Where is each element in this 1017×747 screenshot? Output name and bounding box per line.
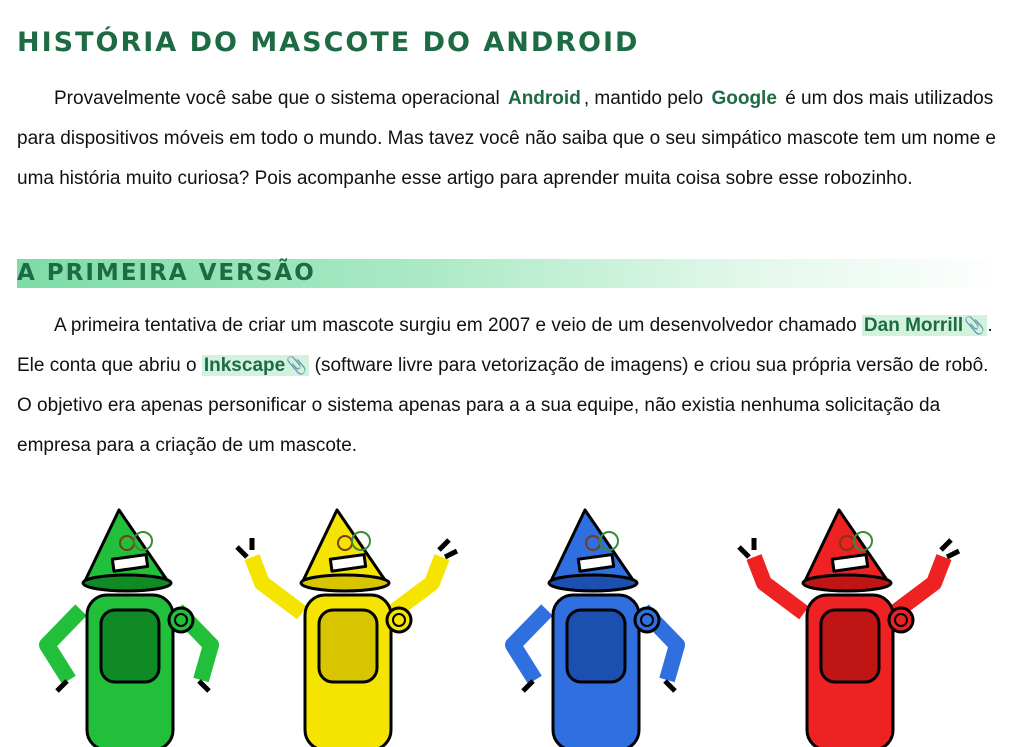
robot-mascots-illustration bbox=[17, 495, 1007, 747]
robot-mascots-svg bbox=[39, 508, 961, 747]
link-dan-morrill-label: Dan Morrill bbox=[863, 315, 964, 336]
intro-text-1: Provavelmente você sabe que o sistema op… bbox=[54, 88, 500, 109]
section-paragraph: A primeira tentativa de criar um mascote… bbox=[17, 306, 1007, 466]
robot-mascot bbox=[737, 508, 961, 747]
paperclip-icon: 📎 bbox=[286, 356, 308, 375]
intro-paragraph: Provavelmente você sabe que o sistema op… bbox=[17, 79, 1007, 199]
link-inkscape[interactable]: Inkscape📎 bbox=[201, 355, 310, 376]
keyword-android: Android bbox=[507, 88, 581, 109]
link-inkscape-label: Inkscape bbox=[203, 355, 286, 376]
link-dan-morrill[interactable]: Dan Morrill📎 bbox=[861, 315, 988, 336]
robot-mascot bbox=[235, 508, 459, 747]
intro-text-2: , mantido pelo bbox=[583, 88, 704, 109]
article-title: História do Mascote do Android bbox=[17, 27, 640, 58]
section-heading: A Primeira Versão bbox=[17, 260, 316, 286]
paperclip-icon: 📎 bbox=[964, 316, 986, 335]
keyword-google: Google bbox=[711, 88, 777, 109]
section-text-1: A primeira tentativa de criar um mascote… bbox=[54, 315, 857, 336]
robot-mascot bbox=[505, 508, 685, 747]
robot-mascot bbox=[39, 508, 219, 747]
